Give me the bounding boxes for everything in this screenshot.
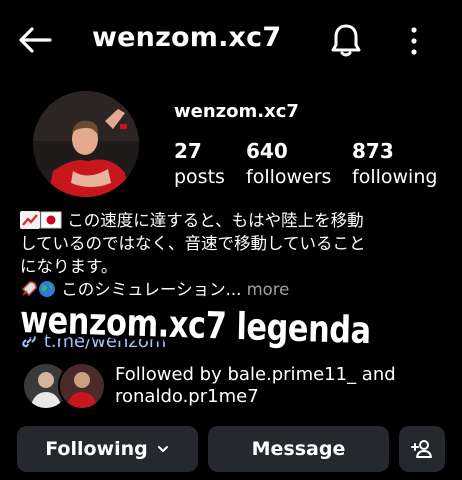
followers-label: followers xyxy=(246,166,332,188)
profile-avatar[interactable] xyxy=(33,91,139,197)
bio-ellipsis: ... xyxy=(225,280,242,299)
following-button[interactable]: Following xyxy=(17,426,198,472)
bio-line-3: になります。 xyxy=(20,257,118,276)
top-bar: wenzom.xc7 xyxy=(0,0,462,80)
more-vertical-icon[interactable] xyxy=(404,24,424,58)
bio-line-4: このシミュレーション... more xyxy=(20,278,450,301)
bio-text-4: このシミュレーション xyxy=(61,280,226,299)
globe-icon xyxy=(39,281,55,297)
bio-more-link[interactable]: more xyxy=(247,280,290,299)
chevron-down-icon xyxy=(157,446,168,452)
following-count: 873 xyxy=(352,139,394,163)
profile-username: wenzom.xc7 xyxy=(174,101,299,122)
add-user-icon xyxy=(411,440,432,458)
back-arrow-icon[interactable] xyxy=(16,22,54,58)
stat-followers[interactable]: 640 followers xyxy=(246,138,331,190)
rocket-icon xyxy=(21,281,37,297)
bio-text-1: この速度に達すると、もはや陸上を移動 xyxy=(67,211,364,230)
followed-by-text[interactable]: Followed by bale.prime11_ and ronaldo.pr… xyxy=(115,364,396,408)
message-button-label: Message xyxy=(251,438,346,460)
following-label: following xyxy=(352,166,438,188)
posts-count: 27 xyxy=(174,139,202,163)
add-user-button[interactable] xyxy=(399,426,445,472)
followed-by-line-1: Followed by bale.prime11_ and xyxy=(115,364,396,385)
bell-icon[interactable] xyxy=(329,21,363,59)
stat-posts[interactable]: 27 posts xyxy=(174,138,225,190)
page-title: wenzom.xc7 xyxy=(92,22,282,53)
chart-increasing-icon xyxy=(20,211,40,229)
following-button-label: Following xyxy=(45,438,148,460)
followed-by-line-2: ronaldo.pr1me7 xyxy=(115,386,259,407)
bio-line-2: しているのではなく、音速で移動していること xyxy=(20,234,366,253)
profile-bio: この速度に達すると、もはや陸上を移動 しているのではなく、音速で移動していること… xyxy=(20,209,450,301)
bio-line-1: この速度に達すると、もはや陸上を移動 xyxy=(20,209,450,232)
mutual-avatar-2 xyxy=(58,362,106,410)
posts-label: posts xyxy=(174,166,225,188)
avatar-photo xyxy=(33,91,139,197)
japan-flag-icon xyxy=(40,211,62,229)
followers-count: 640 xyxy=(246,139,288,163)
message-button[interactable]: Message xyxy=(208,426,389,472)
mutual-avatars[interactable] xyxy=(22,362,106,410)
stat-following[interactable]: 873 following xyxy=(352,138,437,190)
